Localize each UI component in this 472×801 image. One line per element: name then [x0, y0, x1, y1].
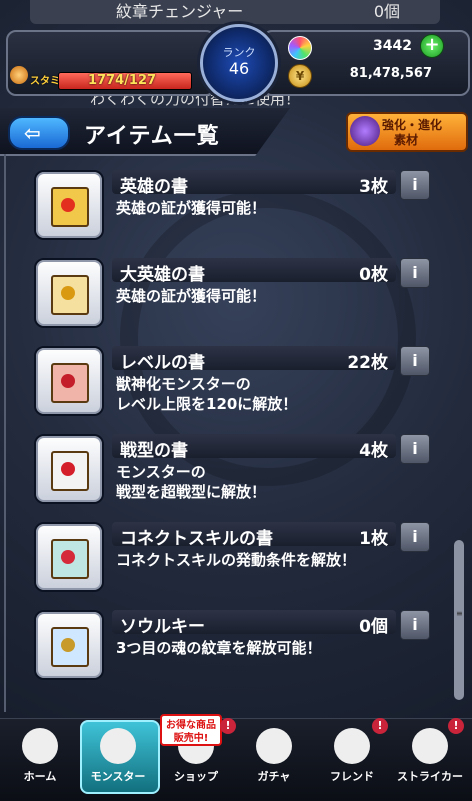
- item-icon-body: [51, 539, 89, 579]
- sale-badge-line2: 販売中!: [173, 733, 209, 744]
- monster-icon: [100, 728, 136, 764]
- list-item[interactable]: コネクトスキルの書 1枚 コネクトスキルの発動条件を解放！ i: [28, 518, 448, 592]
- nav-gacha[interactable]: ガチャ: [238, 718, 310, 800]
- item-description: コネクトスキルの発動条件を解放！: [116, 550, 356, 570]
- item-name: 英雄の書: [120, 177, 188, 197]
- item-desc-line2: 戦型を超戦型に解放！: [116, 483, 267, 501]
- nav-label: ホーム: [23, 770, 57, 783]
- rank-label: ランク: [222, 46, 256, 59]
- item-desc-line1: コネクトスキルの発動条件を解放！: [116, 551, 357, 569]
- item-count: 0枚: [359, 265, 388, 285]
- list-item[interactable]: レベルの書 22枚獣神化モンスターのレベル上限を120に解放！ i: [28, 342, 448, 416]
- back-button[interactable]: ⇦: [8, 116, 70, 150]
- back-arrow-icon: ⇦: [24, 121, 41, 145]
- item-name: コネクトスキルの書: [120, 529, 273, 549]
- great-hero-book-icon[interactable]: [34, 258, 104, 328]
- item-icon-body: [51, 275, 89, 315]
- item-name: ソウルキー: [120, 617, 205, 637]
- item-icon-body: [51, 187, 89, 227]
- item-desc-line1: 獣神化モンスターの: [116, 375, 251, 393]
- buy-orb-button[interactable]: +: [420, 34, 444, 58]
- item-count: 3枚: [359, 177, 388, 197]
- item-count: 0個: [359, 617, 388, 637]
- item-desc-line2: レベル上限を120に解放！: [116, 395, 298, 413]
- evolution-materials-button[interactable]: 強化・進化 素材: [346, 112, 468, 152]
- battle-type-book-icon[interactable]: [34, 434, 104, 504]
- nav-label: ストライカー: [397, 770, 463, 783]
- item-desc-line1: 3つ目の魂の紋章を解放可能！: [116, 639, 322, 657]
- striker-alert-badge: !: [448, 718, 464, 734]
- item-description: 英雄の証が獲得可能！: [116, 286, 266, 306]
- nav-home[interactable]: ホーム: [4, 718, 76, 800]
- list-item[interactable]: 英雄の書 3枚英雄の証が獲得可能！ i: [28, 166, 448, 240]
- gold-count: 81,478,567: [349, 66, 432, 81]
- item-info-button[interactable]: i: [400, 258, 430, 288]
- item-info-button[interactable]: i: [400, 170, 430, 200]
- item-description: 獣神化モンスターのレベル上限を120に解放！: [116, 374, 297, 414]
- item-count: 22枚: [347, 353, 388, 373]
- item-icon-emblem: [61, 374, 75, 388]
- nav-monster[interactable]: モンスター: [82, 718, 154, 800]
- list-item[interactable]: ソウルキー 0個 3つ目の魂の紋章を解放可能！ i: [28, 606, 448, 680]
- shop-sale-badge: お得な商品 販売中!: [160, 714, 222, 746]
- nav-label: ショップ: [174, 770, 218, 783]
- stamina-icon: [10, 66, 28, 84]
- rank-badge[interactable]: ランク 46: [200, 24, 278, 102]
- item-icon-emblem: [61, 286, 75, 300]
- item-icon-emblem: [61, 550, 75, 564]
- rank-value: 46: [228, 59, 250, 78]
- page-title: アイテム一覧: [84, 124, 220, 149]
- soul-key-icon[interactable]: [34, 610, 104, 680]
- friend-alert-badge: !: [372, 718, 388, 734]
- item-icon-body: [51, 451, 89, 491]
- list-item[interactable]: 戦型の書 4枚モンスターの戦型を超戦型に解放！ i: [28, 430, 448, 504]
- connect-skill-book-icon[interactable]: [34, 522, 104, 592]
- orb-count: 3442: [373, 38, 412, 54]
- item-icon-emblem: [61, 462, 75, 476]
- item-info-button[interactable]: i: [400, 522, 430, 552]
- partial-list-row: 紋章チェンジャー 0個: [30, 0, 440, 24]
- item-info-button[interactable]: i: [400, 434, 430, 464]
- home-icon: [22, 728, 58, 764]
- evolution-button-label-2: 素材: [394, 133, 419, 147]
- item-icon-body: [51, 363, 89, 403]
- item-info-button[interactable]: i: [400, 346, 430, 376]
- partial-row-count: 0個: [373, 2, 400, 21]
- partial-row-title: 紋章チェンジャー: [116, 2, 244, 21]
- item-name: 大英雄の書: [120, 265, 205, 285]
- item-desc-line1: 英雄の証が獲得可能！: [116, 199, 267, 217]
- item-description: モンスターの戦型を超戦型に解放！: [116, 462, 266, 502]
- item-name: レベルの書: [120, 353, 205, 373]
- item-count: 4枚: [359, 441, 388, 461]
- item-info-button[interactable]: i: [400, 610, 430, 640]
- item-description: 英雄の証が獲得可能！: [116, 198, 266, 218]
- nav-label: ガチャ: [257, 770, 291, 783]
- item-icon-emblem: [61, 638, 75, 652]
- item-desc-line1: 英雄の証が獲得可能！: [116, 287, 267, 305]
- friend-icon: [334, 728, 370, 764]
- item-description: 3つ目の魂の紋章を解放可能！: [116, 638, 321, 658]
- item-icon-emblem: [61, 198, 75, 212]
- hero-book-icon[interactable]: [34, 170, 104, 240]
- level-book-icon[interactable]: [34, 346, 104, 416]
- item-icon-body: [51, 627, 89, 667]
- nav-label: モンスター: [90, 770, 146, 783]
- item-desc-line1: モンスターの: [116, 463, 206, 481]
- list-item[interactable]: 大英雄の書 0枚英雄の証が獲得可能！ i: [28, 254, 448, 328]
- striker-icon: [412, 728, 448, 764]
- item-count: 1枚: [359, 529, 388, 549]
- nav-label: フレンド: [330, 770, 374, 783]
- scrollbar[interactable]: ≡: [454, 540, 464, 700]
- item-name: 戦型の書: [120, 441, 188, 461]
- gacha-icon: [256, 728, 292, 764]
- evolution-monster-icon: [350, 116, 380, 146]
- stamina-value: 1774/127: [88, 73, 157, 88]
- shop-alert-badge: !: [220, 718, 236, 734]
